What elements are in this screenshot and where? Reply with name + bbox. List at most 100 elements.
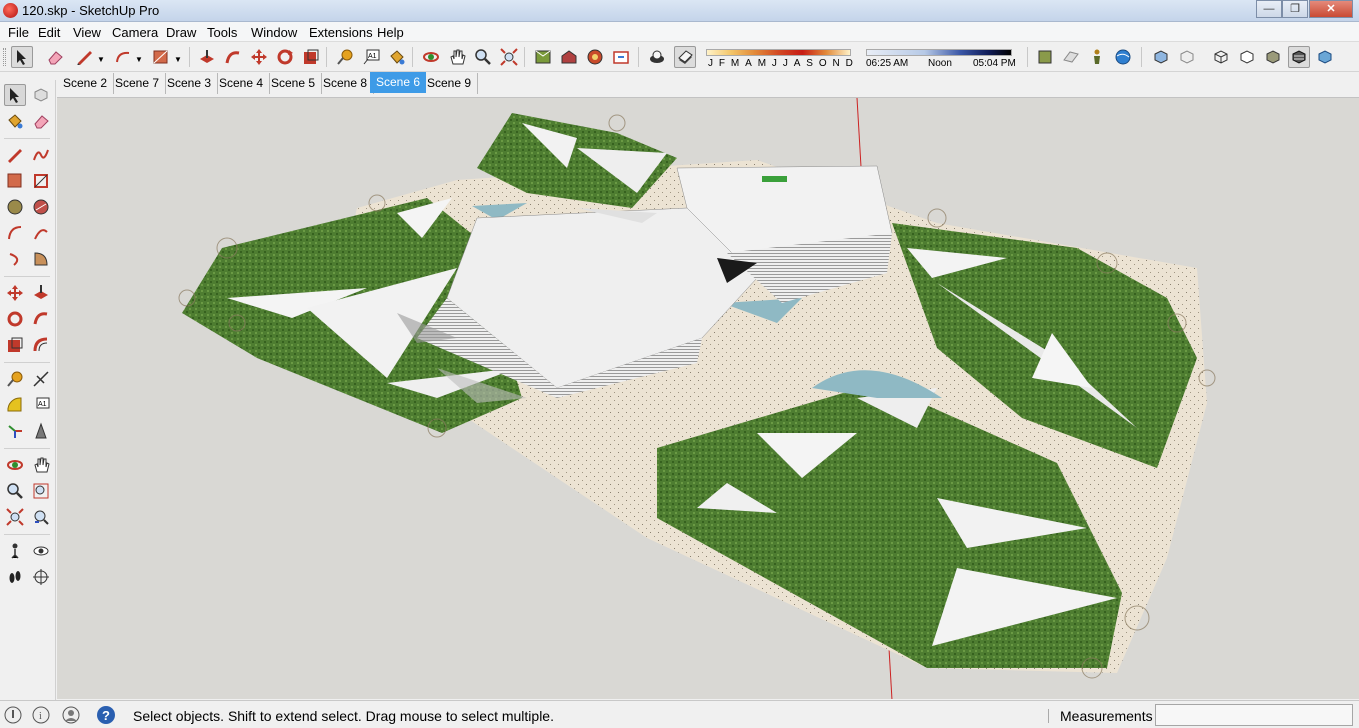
menu-window[interactable]: Window: [251, 25, 297, 40]
shadow-time-slider[interactable]: [866, 49, 1012, 56]
menu-tools[interactable]: Tools: [207, 25, 237, 40]
section-plane-button[interactable]: [1060, 46, 1082, 68]
sketchup-app-icon[interactable]: [3, 3, 18, 18]
line-dropdown-icon[interactable]: ▼: [97, 55, 105, 64]
rectangle-tool[interactable]: [4, 170, 26, 192]
eraser-tool-button[interactable]: [44, 46, 66, 68]
shadow-settings-button[interactable]: [646, 46, 668, 68]
offset-tool[interactable]: [30, 334, 52, 356]
two-point-arc-tool[interactable]: [30, 222, 52, 244]
select-tool[interactable]: [4, 84, 26, 106]
arc-tool-button[interactable]: [112, 46, 134, 68]
eraser-tool[interactable]: [30, 110, 52, 132]
monochrome-style-button[interactable]: [1314, 46, 1336, 68]
text-tool-button[interactable]: A1: [360, 46, 382, 68]
arc-tool[interactable]: [4, 222, 26, 244]
paint-bucket-tool[interactable]: [4, 110, 26, 132]
layout-button[interactable]: [610, 46, 632, 68]
follow-me-tool-button[interactable]: [222, 46, 244, 68]
push-pull-tool-button[interactable]: [196, 46, 218, 68]
menu-extensions[interactable]: Extensions: [309, 25, 373, 40]
tab-scene-6[interactable]: Scene 6: [370, 72, 427, 93]
previous-view-tool[interactable]: [30, 506, 52, 528]
tape-measure-tool[interactable]: [4, 368, 26, 390]
wireframe-style-button[interactable]: [1210, 46, 1232, 68]
rotate-tool-button[interactable]: [274, 46, 296, 68]
tab-scene-9[interactable]: Scene 9: [421, 73, 479, 94]
tab-scene-8[interactable]: Scene 8: [317, 73, 375, 94]
3d-warehouse-button[interactable]: [532, 46, 554, 68]
polygon-tool[interactable]: [30, 196, 52, 218]
menu-camera[interactable]: Camera: [112, 25, 158, 40]
section-plane-tool[interactable]: [30, 566, 52, 588]
rotated-rectangle-tool[interactable]: [30, 170, 52, 192]
line-tool[interactable]: [4, 144, 26, 166]
scale-tool-button[interactable]: [300, 46, 322, 68]
orbit-tool-button[interactable]: [420, 46, 442, 68]
geo-location-status-icon[interactable]: [4, 706, 22, 724]
look-around-tool[interactable]: [30, 540, 52, 562]
circle-tool[interactable]: [4, 196, 26, 218]
scale-tool[interactable]: [4, 334, 26, 356]
tab-scene-7[interactable]: Scene 7: [109, 73, 167, 94]
xray-button[interactable]: [1150, 46, 1172, 68]
tab-scene-2[interactable]: Scene 2: [57, 73, 115, 94]
measurements-input[interactable]: [1155, 704, 1353, 726]
zoom-extents-tool[interactable]: [4, 506, 26, 528]
pan-tool-button[interactable]: [446, 46, 468, 68]
move-tool-button[interactable]: [248, 46, 270, 68]
back-edges-button[interactable]: [1176, 46, 1198, 68]
restore-button[interactable]: ❐: [1282, 0, 1308, 18]
tab-scene-5[interactable]: Scene 5: [265, 73, 323, 94]
menu-help[interactable]: Help: [377, 25, 404, 40]
walk-tool[interactable]: [4, 566, 26, 588]
shapes-tool-button[interactable]: [150, 46, 172, 68]
menu-view[interactable]: View: [73, 25, 101, 40]
help-icon[interactable]: ?: [96, 705, 116, 725]
shadow-month-slider[interactable]: [706, 49, 851, 56]
three-point-arc-tool[interactable]: [4, 248, 26, 270]
menu-edit[interactable]: Edit: [38, 25, 60, 40]
select-tool-button[interactable]: [11, 46, 33, 68]
tab-scene-3[interactable]: Scene 3: [161, 73, 219, 94]
pan-tool[interactable]: [30, 454, 52, 476]
shaded-style-button[interactable]: [1262, 46, 1284, 68]
zoom-tool-button[interactable]: [472, 46, 494, 68]
3d-text-tool[interactable]: [30, 420, 52, 442]
get-models-button[interactable]: [1034, 46, 1056, 68]
shaded-textures-style-button[interactable]: [1288, 46, 1310, 68]
shapes-dropdown-icon[interactable]: ▼: [174, 55, 182, 64]
rotate-tool[interactable]: [4, 308, 26, 330]
toolbar-grip[interactable]: [3, 48, 6, 66]
position-camera-tool[interactable]: [4, 540, 26, 562]
axes-tool[interactable]: [4, 420, 26, 442]
line-tool-button[interactable]: [74, 46, 96, 68]
menu-file[interactable]: File: [8, 25, 29, 40]
zoom-window-tool[interactable]: [30, 480, 52, 502]
minimize-button[interactable]: —: [1256, 0, 1282, 18]
user-account-icon[interactable]: [62, 706, 80, 724]
share-model-button[interactable]: [558, 46, 580, 68]
close-button[interactable]: ✕: [1309, 0, 1353, 18]
freehand-tool[interactable]: [30, 144, 52, 166]
paint-bucket-tool-button[interactable]: [386, 46, 408, 68]
extension-warehouse-button[interactable]: [584, 46, 606, 68]
geo-location-button[interactable]: [1112, 46, 1134, 68]
model-viewport[interactable]: [57, 97, 1359, 699]
zoom-tool[interactable]: [4, 480, 26, 502]
pie-tool[interactable]: [30, 248, 52, 270]
menu-draw[interactable]: Draw: [166, 25, 196, 40]
credits-info-icon[interactable]: i: [32, 706, 50, 724]
tab-scene-4[interactable]: Scene 4: [213, 73, 271, 94]
walk-tool-button[interactable]: [1086, 46, 1108, 68]
display-shadows-button[interactable]: [674, 46, 696, 68]
push-pull-tool[interactable]: [30, 282, 52, 304]
zoom-extents-button[interactable]: [498, 46, 520, 68]
move-tool[interactable]: [4, 282, 26, 304]
hidden-line-style-button[interactable]: [1236, 46, 1258, 68]
follow-me-tool[interactable]: [30, 308, 52, 330]
text-tool[interactable]: A1: [30, 394, 52, 416]
protractor-tool[interactable]: [4, 394, 26, 416]
orbit-tool[interactable]: [4, 454, 26, 476]
dimension-tool[interactable]: [30, 368, 52, 390]
